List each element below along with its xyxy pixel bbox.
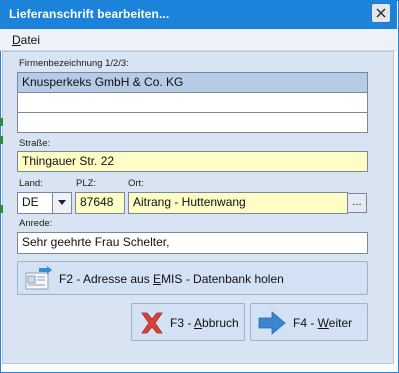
street-label: Straße:: [19, 138, 51, 149]
salutation-input[interactable]: Sehr geehrte Frau Schelter,: [17, 232, 368, 254]
company-line-3-input[interactable]: [17, 112, 368, 133]
background-marker: [0, 136, 3, 144]
cancel-x-icon: [141, 312, 163, 334]
city-lookup-button[interactable]: ...: [347, 193, 367, 213]
title-bar[interactable]: Lieferanschrift bearbeiten...: [0, 0, 397, 29]
next-button[interactable]: F4 - Weiter: [250, 303, 368, 341]
country-label: Land:: [19, 178, 43, 189]
zip-input[interactable]: 87648: [75, 192, 125, 214]
background-marker: [0, 205, 3, 213]
company-label: Firmenbezeichnung 1/2/3:: [19, 58, 129, 69]
background-marker: [0, 118, 3, 126]
salutation-label: Anrede:: [19, 218, 53, 229]
arrow-right-icon: [258, 311, 286, 335]
cancel-button-label: F3 - Abbruch: [170, 316, 239, 330]
menu-file-mnemonic: D: [12, 33, 21, 47]
emis-lookup-button[interactable]: F2 - Adresse aus EMIS - Datenbank holen: [17, 261, 368, 295]
country-dropdown-button[interactable]: [52, 193, 71, 213]
zip-label: PLZ:: [76, 178, 97, 189]
menu-bar: Datei: [0, 29, 397, 51]
street-input[interactable]: Thingauer Str. 22: [17, 151, 368, 172]
city-input[interactable]: Aitrang - Huttenwang: [128, 192, 348, 214]
cancel-button[interactable]: F3 - Abbruch: [131, 303, 245, 341]
address-database-icon: [25, 266, 52, 290]
emis-button-label: F2 - Adresse aus EMIS - Datenbank holen: [59, 272, 284, 286]
menu-file-label: atei: [20, 33, 41, 47]
menu-file[interactable]: Datei: [12, 33, 40, 47]
window-title: Lieferanschrift bearbeiten...: [9, 7, 170, 21]
company-line-2-input[interactable]: [17, 92, 368, 113]
company-line-1-input[interactable]: Knusperkeks GmbH & Co. KG: [17, 72, 368, 93]
close-button[interactable]: [371, 3, 391, 23]
city-label: Ort:: [128, 178, 144, 189]
next-button-label: F4 - Weiter: [293, 316, 353, 330]
close-icon: [376, 8, 386, 18]
